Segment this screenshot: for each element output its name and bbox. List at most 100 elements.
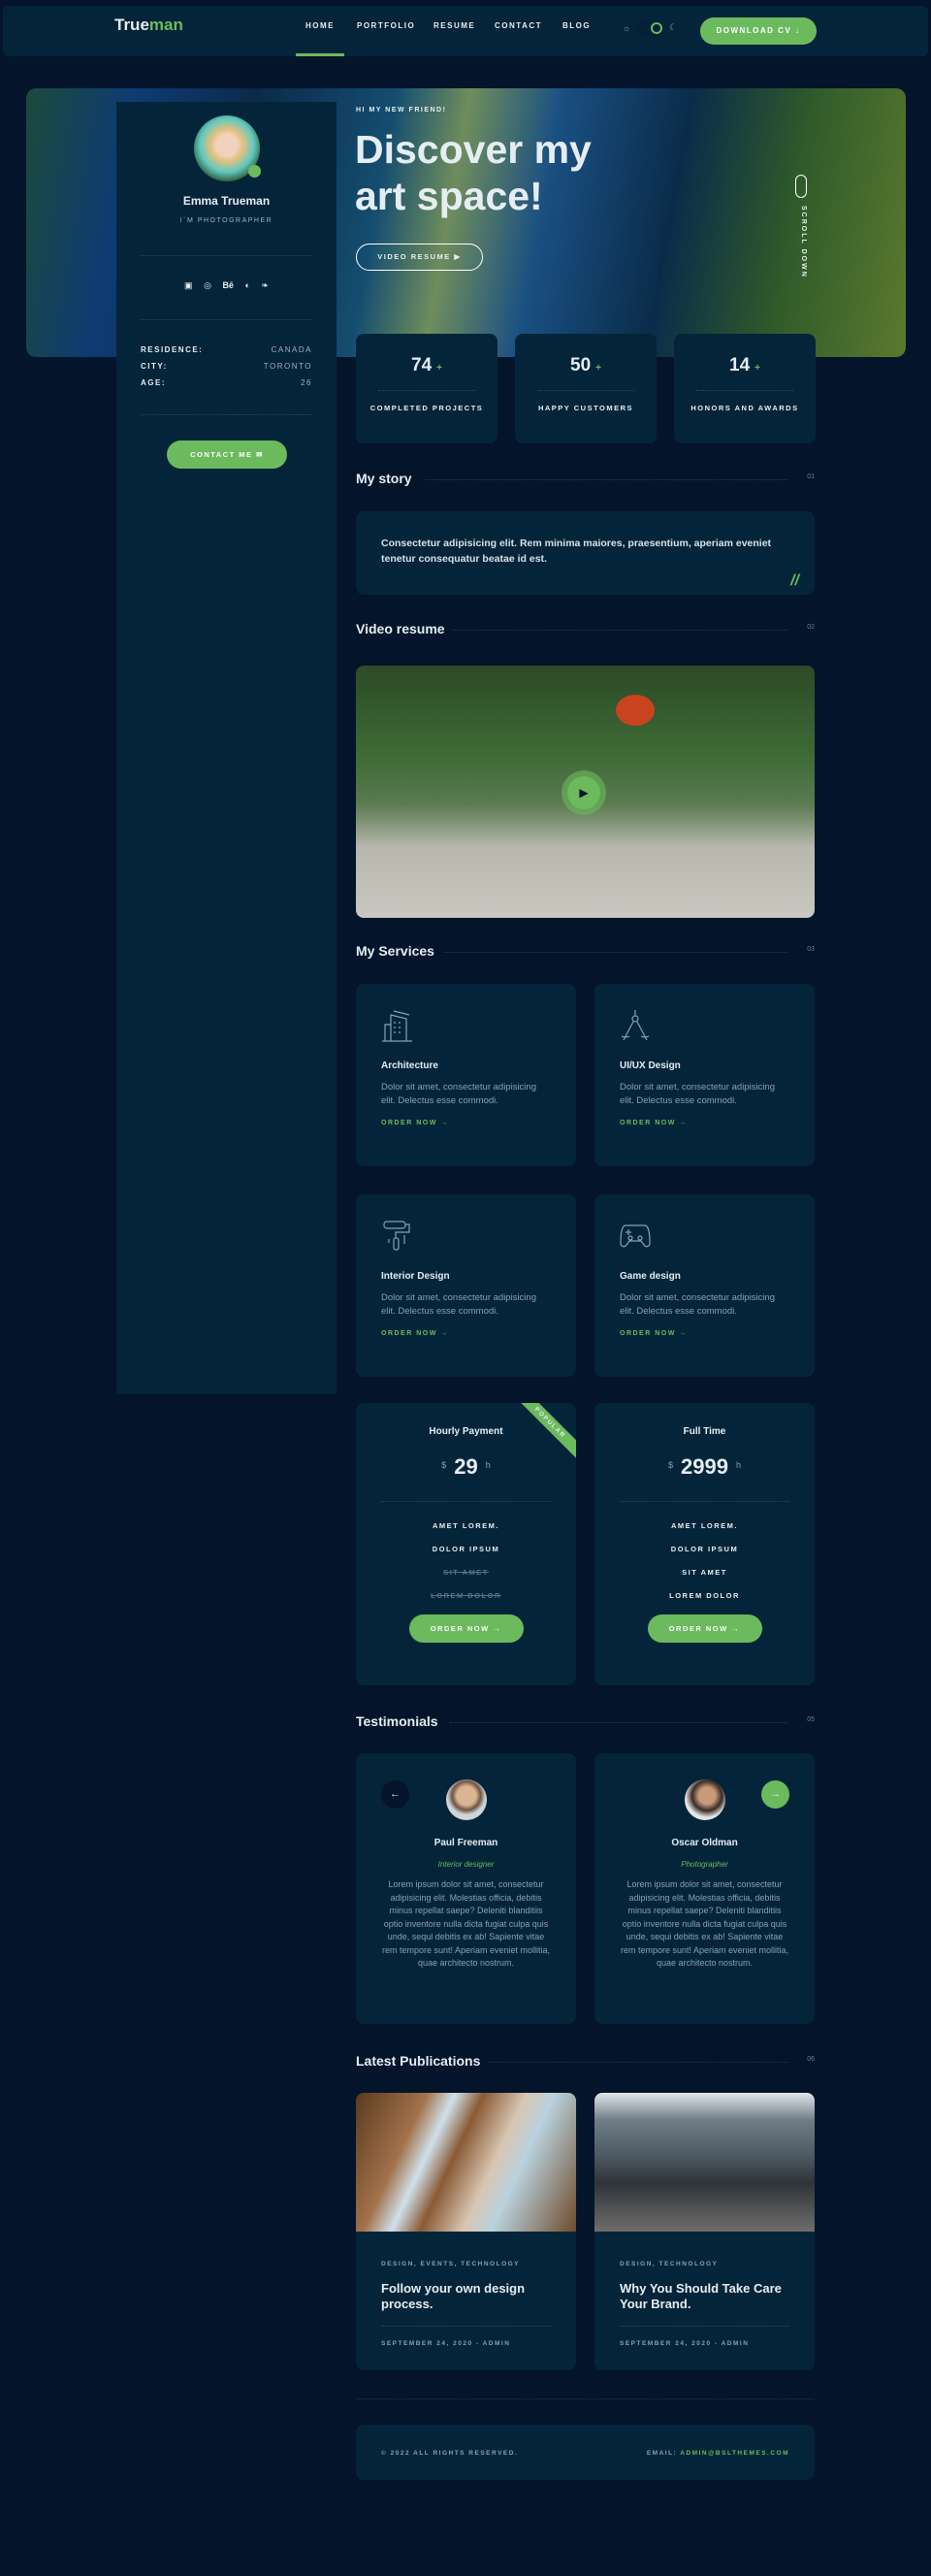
testimonial-quote: Lorem ipsum dolor sit amet, consectetur … [620,1879,789,1968]
section-number: 02 [807,624,815,631]
order-now-link[interactable]: Order now → [381,1330,551,1337]
testimonial-card: ← Paul Freeman Interior designer Lorem ips… [356,1753,576,2024]
nav-home[interactable]: Home [305,21,335,30]
nav-resume[interactable]: Resume [433,21,475,30]
email-link[interactable]: admin@bslthemes.com [680,2450,789,2457]
testimonial-avatar [445,1779,487,1820]
scroll-down-link[interactable]: Scroll down [800,206,807,278]
plan-price: $29 h [441,1454,491,1479]
video-resume-button[interactable]: Video resume ▶ [356,244,483,271]
info-row-residence: Residence: Canada [141,345,312,354]
nav-contact[interactable]: Contact [495,21,542,30]
info-value: Toronto [263,362,312,371]
section-title: My Services [356,943,434,959]
section-number: 06 [807,2056,815,2063]
stat-card: 50 + Happy customers [515,334,657,443]
quote-icon: // [790,572,799,589]
publication-title[interactable]: Why You Should Take Care Your Brand. [620,2281,789,2312]
footer: © 2022 All Rights Reserved. Email: admin… [356,2425,815,2480]
logo[interactable]: Trueman [114,16,183,35]
contact-me-button[interactable]: Contact me ✉ [167,440,287,469]
plan-feature: Dolor ipsum [432,1545,500,1553]
stat-value: 14 + [729,355,760,375]
publication-card[interactable]: Design, Technology Why You Should Take Ca… [594,2093,815,2370]
service-title: Architecture [381,1060,438,1071]
section-title: Latest Publications [356,2053,481,2069]
hero-title: Discover my art space! [355,126,592,219]
logo-text-accent: man [148,16,183,34]
mouse-icon [795,175,807,198]
testimonial-role: Interior designer [437,1860,495,1869]
section-heading: Testimonials 05 [356,1713,815,1729]
section-heading: Video resume 02 [356,621,815,636]
download-cv-button[interactable]: Download CV ↓ [700,17,817,45]
publication-meta: September 24, 2020 - Admin [381,2340,511,2347]
hero-title-line: Discover my [355,127,592,172]
testimonial-avatar [684,1779,725,1820]
order-now-button[interactable]: Order now → [647,1614,762,1643]
plan-title: Full Time [683,1426,726,1437]
profile-role: I`m photographer [179,217,273,224]
nav-portfolio[interactable]: Portfolio [357,21,415,30]
publication-card[interactable]: Design, Events, Technology Follow your ow… [356,2093,576,2370]
divider [141,255,312,256]
section-number: 03 [807,946,815,953]
compass-tool-icon [621,1010,650,1041]
active-nav-indicator [296,53,344,56]
copyright: © 2022 All Rights Reserved. [381,2450,519,2457]
testimonial-name: Oscar Oldman [671,1838,738,1848]
prev-arrow-button[interactable]: ← [381,1780,409,1809]
stat-label: Happy customers [537,404,634,412]
stat-label: Honors and awards [690,404,799,412]
hero-title-line: art space! [355,174,543,218]
next-arrow-button[interactable]: → [761,1780,789,1809]
theme-toggle[interactable] [635,19,664,37]
pricing-card: Popular Hourly Payment $29 h Amet lorem. D… [356,1403,576,1685]
service-description: Dolor sit amet, consectetur adipisicing … [620,1292,775,1317]
publication-categories: Design, Events, Technology [381,2261,521,2267]
logo-text: True [114,16,149,34]
section-heading: My Services 03 [356,943,815,959]
plan-price: $2999 h [668,1454,741,1479]
github-icon[interactable]: ◐ [244,280,249,290]
plan-feature: Dolor ipsum [670,1545,739,1553]
section-title: Testimonials [356,1713,438,1729]
divider [141,414,312,415]
behance-icon[interactable]: Bē [222,280,234,290]
service-description: Dolor sit amet, consectetur adipisicing … [620,1082,775,1106]
download-cv-label: Download CV [716,26,792,35]
service-title: UI/UX Design [620,1060,681,1071]
divider [141,319,312,320]
plan-feature: Lorem dolor [669,1591,740,1600]
section-heading: My story 01 [356,471,815,486]
stat-value: 74 + [411,355,442,375]
linkedin-icon[interactable]: ▣ [184,280,193,290]
sun-icon: ☼ [623,23,631,33]
info-value: 26 [301,378,312,387]
stat-card: 14 + Honors and awards [674,334,816,443]
dribbble-icon[interactable]: ◎ [204,280,211,290]
order-now-button[interactable]: Order now → [408,1614,524,1643]
toggle-knob [651,22,662,34]
publication-image [356,2093,576,2232]
contact-me-label: Contact me [190,450,253,459]
info-key: City: [141,362,168,371]
plan-feature-disabled: Lorem dolor [431,1591,501,1600]
twitter-icon[interactable]: ❧ [261,280,269,290]
play-button[interactable]: ▶ [562,770,606,815]
hero-kicker: Hi my new friend! [356,107,447,114]
service-card: Architecture Dolor sit amet, consectetur … [356,984,576,1166]
order-now-link[interactable]: Order now → [620,1120,789,1126]
profile-sidebar [116,102,337,1394]
publication-title[interactable]: Follow your own design process. [381,2281,551,2312]
section-number: 01 [807,473,815,480]
info-key: Age: [141,378,166,387]
section-title: My story [356,471,412,486]
order-now-link[interactable]: Order now → [620,1330,789,1337]
info-row-city: City: Toronto [141,362,312,371]
service-description: Dolor sit amet, consectetur adipisicing … [381,1082,536,1106]
video-player[interactable]: ▶ [356,666,815,918]
order-now-link[interactable]: Order now → [381,1120,551,1126]
plan-feature: Sit amet [682,1568,727,1577]
nav-blog[interactable]: Blog [562,21,591,30]
